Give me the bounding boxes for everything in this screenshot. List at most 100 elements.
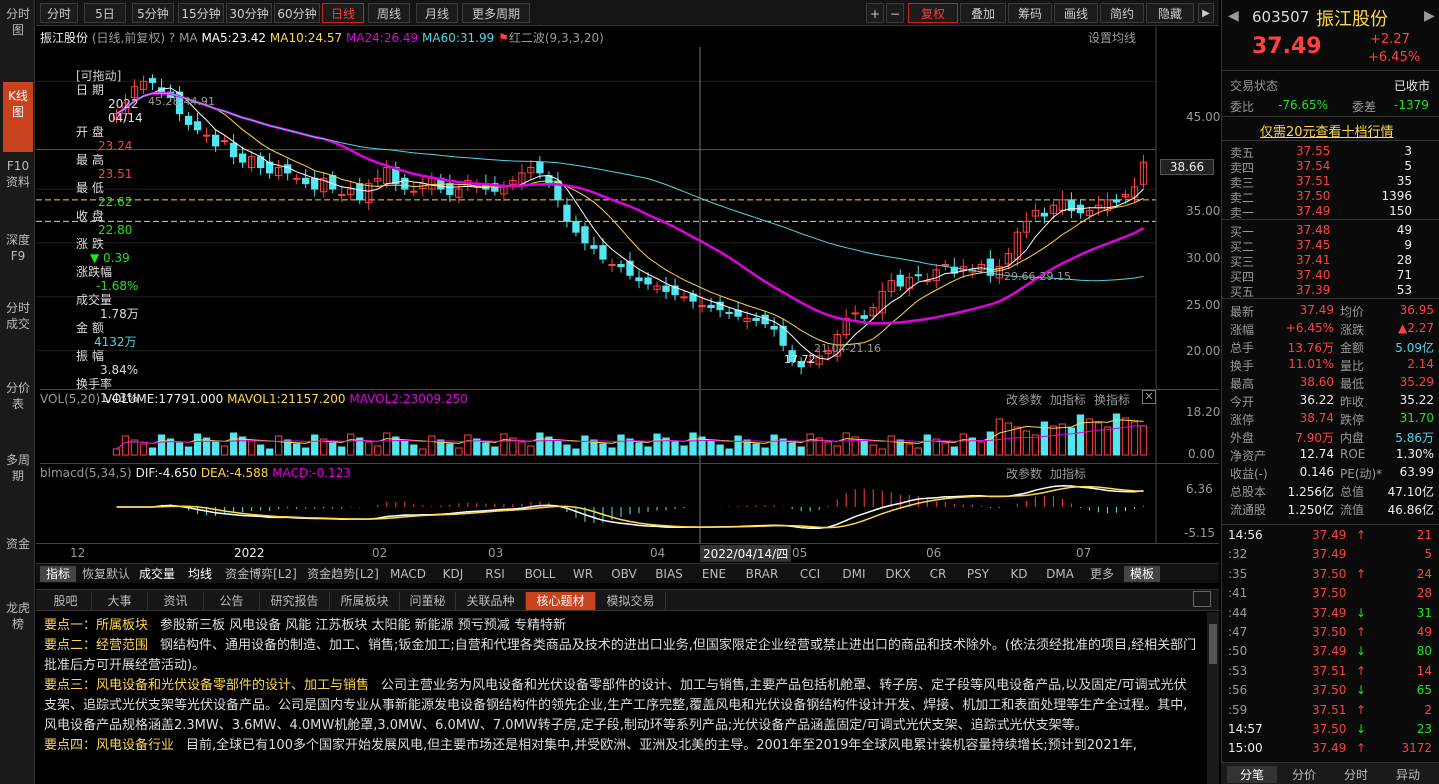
nav-price-table[interactable]: 分价表 — [3, 380, 33, 412]
tab-5min[interactable]: 5分钟 — [132, 3, 174, 23]
nav-f10[interactable]: F10资料 — [3, 158, 33, 190]
volume-bar — [716, 444, 724, 456]
indicator-tab[interactable]: 均线 — [182, 566, 218, 582]
close-icon[interactable]: ✕ — [1142, 390, 1156, 404]
vol-switch-indicator-button[interactable]: 换指标 — [1094, 391, 1130, 408]
nav-trades[interactable]: 分时成交 — [3, 300, 33, 332]
detail-tab[interactable]: 分时 — [1331, 766, 1381, 783]
indicator-tab[interactable]: RSI — [476, 566, 514, 582]
detail-tab[interactable]: 分笔 — [1227, 766, 1277, 783]
macd-add-indicator-button[interactable]: 加指标 — [1050, 465, 1086, 482]
draggable-label[interactable]: [可拖动] — [76, 69, 121, 83]
overlay-button[interactable]: 叠加 — [960, 3, 1006, 23]
ask-volume: 5 — [1404, 159, 1412, 173]
indicator-tab[interactable]: KDJ — [434, 566, 472, 582]
draw-button[interactable]: 画线 — [1054, 3, 1098, 23]
indicator-tab[interactable]: BIAS — [648, 566, 690, 582]
indicator-tab[interactable]: 资金趋势[L2] — [304, 566, 382, 582]
collapse-icon[interactable]: ▶ — [1198, 3, 1214, 23]
tab-daily[interactable]: 日线 — [322, 3, 364, 23]
f10-tab[interactable]: 所属板块 — [330, 592, 400, 610]
indicator-tab[interactable]: 资金博弈[L2] — [222, 566, 300, 582]
kline-chart[interactable]: 振江股份 (日线,前复权) ? MA MA5:23.42 MA10:24.57 … — [36, 27, 1221, 562]
vol-add-indicator-button[interactable]: 加指标 — [1050, 391, 1086, 408]
tab-60min[interactable]: 60分钟 — [274, 3, 320, 23]
indicator-tab[interactable]: KD — [1002, 566, 1036, 582]
indicator-tab[interactable]: DMA — [1040, 566, 1080, 582]
chips-button[interactable]: 筹码 — [1008, 3, 1052, 23]
minimize-icon[interactable] — [1193, 591, 1211, 607]
f10-tab[interactable]: 核心题材 — [526, 592, 596, 610]
set-ma-button[interactable]: 设置均线 — [1088, 29, 1136, 46]
f10-tab[interactable]: 股吧 — [40, 592, 92, 610]
indicator-tab[interactable]: DMI — [834, 566, 874, 582]
wb-value: -76.65% — [1278, 98, 1329, 112]
indicator-tab[interactable]: 指标 — [40, 566, 76, 582]
zoom-out-button[interactable]: − — [886, 3, 904, 23]
volume-bar — [923, 434, 931, 456]
indicator-tab[interactable]: OBV — [604, 566, 644, 582]
tick-volume: 80 — [1416, 644, 1432, 659]
indicator-tab[interactable]: ENE — [694, 566, 734, 582]
nav-depth[interactable]: 深度F9 — [3, 232, 33, 264]
hide-button[interactable]: 隐藏 — [1146, 3, 1194, 23]
nav-kline[interactable]: K线图 — [3, 82, 33, 152]
indicator-tab[interactable]: 更多 — [1084, 566, 1120, 582]
level2-promo-link[interactable]: 仅需20元查看十档行情 — [1260, 121, 1394, 140]
tab-15min[interactable]: 15分钟 — [178, 3, 224, 23]
volume-bar — [293, 443, 301, 456]
volume-bar — [608, 447, 616, 456]
indicator-tab[interactable]: 恢复默认 — [80, 566, 132, 582]
ask-label: 卖一 — [1230, 206, 1255, 220]
adjust-button[interactable]: 复权 — [908, 3, 958, 23]
indicator-tab[interactable]: PSY — [958, 566, 998, 582]
macd-params-button[interactable]: 改参数 — [1006, 465, 1042, 482]
tab-weekly[interactable]: 周线 — [368, 3, 410, 23]
tab-5day[interactable]: 5日 — [84, 3, 126, 23]
indicator-tab[interactable]: CCI — [790, 566, 830, 582]
volume-bar — [554, 440, 562, 456]
stock-name: 振江股份 — [40, 31, 89, 45]
volume-bar — [193, 433, 202, 456]
indicator-tab[interactable]: BOLL — [518, 566, 562, 582]
f10-tab[interactable]: 公告 — [204, 592, 260, 610]
volume-bar — [401, 440, 409, 456]
info-label: 收 盘 — [76, 209, 104, 223]
indicator-tab[interactable]: DKX — [878, 566, 918, 582]
tab-30min[interactable]: 30分钟 — [226, 3, 272, 23]
indicator-tab[interactable]: WR — [566, 566, 600, 582]
indicator-tab[interactable]: MACD — [386, 566, 430, 582]
f10-tab[interactable]: 问董秘 — [400, 592, 456, 610]
back-icon[interactable]: ◀ — [1228, 8, 1239, 24]
volume-bar — [302, 447, 310, 456]
forward-icon[interactable]: ▶ — [1424, 8, 1435, 24]
simple-button[interactable]: 简约 — [1100, 3, 1144, 23]
candle — [851, 312, 859, 315]
indicator-tab[interactable]: 模板 — [1124, 566, 1160, 582]
f10-tab[interactable]: 大事 — [92, 592, 148, 610]
vol-params-button[interactable]: 改参数 — [1006, 391, 1042, 408]
price-tick: 25.00 — [1186, 298, 1221, 312]
nav-multiperiod[interactable]: 多周期 — [3, 452, 33, 484]
indicator-tab[interactable]: 成交量 — [136, 566, 178, 582]
help-icon[interactable]: ? — [169, 31, 175, 45]
indicator-tab[interactable]: CR — [922, 566, 954, 582]
detail-tabs: 分笔 分价 分时 异动 — [1221, 762, 1439, 784]
f10-tab[interactable]: 关联品种 — [456, 592, 526, 610]
nav-timeshare[interactable]: 分时图 — [3, 6, 33, 38]
f10-tab[interactable]: 资讯 — [148, 592, 204, 610]
detail-tab[interactable]: 异动 — [1383, 766, 1433, 783]
tab-monthly[interactable]: 月线 — [416, 3, 458, 23]
detail-tab[interactable]: 分价 — [1279, 766, 1329, 783]
volume-bar — [833, 445, 841, 456]
nav-dragon-tiger[interactable]: 龙虎榜 — [3, 600, 33, 632]
f10-tab[interactable]: 研究报告 — [260, 592, 330, 610]
indicator-tab[interactable]: BRAR — [738, 566, 786, 582]
bid-price: 37.41 — [1296, 253, 1331, 267]
scrollbar[interactable] — [1207, 612, 1219, 784]
tab-timeshare[interactable]: 分时 — [40, 3, 78, 23]
f10-tab[interactable]: 模拟交易 — [596, 592, 666, 610]
tab-more-periods[interactable]: 更多周期 — [462, 3, 530, 23]
nav-capital[interactable]: 资金 — [3, 536, 33, 552]
zoom-in-button[interactable]: + — [866, 3, 884, 23]
